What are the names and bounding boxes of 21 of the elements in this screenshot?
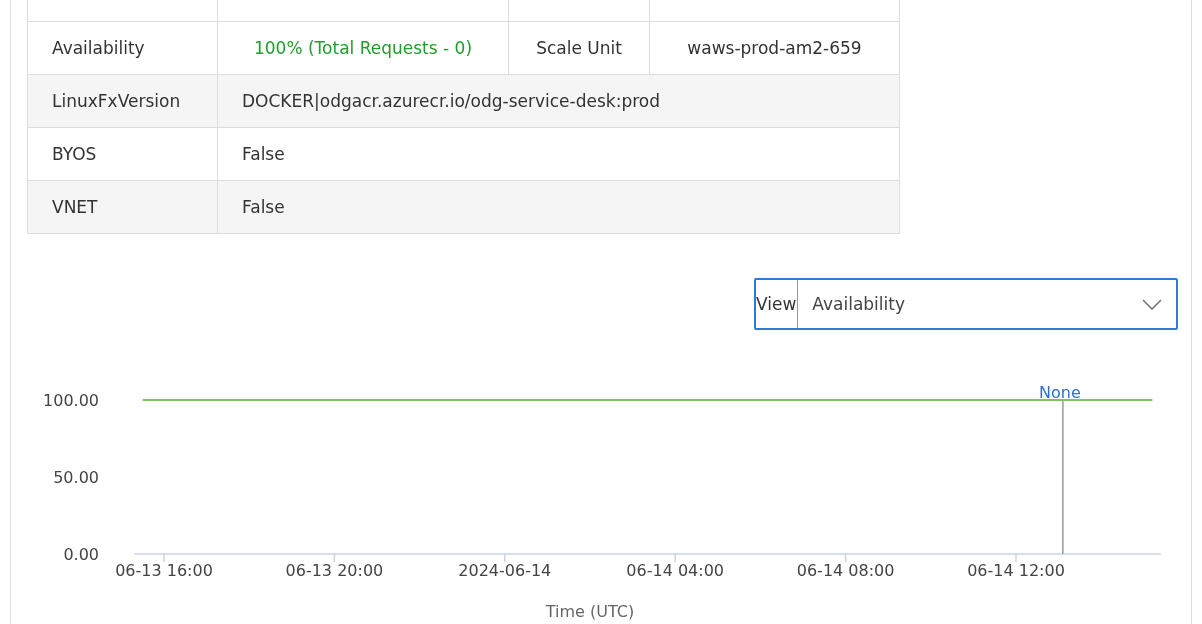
x-axis-title: Time (UTC): [545, 602, 635, 621]
table-cell: DOCKER|odgacr.azurecr.io/odg-service-desk:prod: [217, 75, 899, 128]
chevron-down-icon: [1142, 298, 1162, 310]
table-cell: Scale Unit: [508, 22, 649, 75]
view-dropdown[interactable]: View Availability: [754, 278, 1178, 330]
x-tick-label: 06-14 04:00: [626, 561, 725, 580]
y-tick-label: 100.00: [43, 391, 99, 410]
table-cell: VNET: [28, 181, 217, 234]
marker-label: None: [1039, 383, 1081, 402]
x-tick-label: 2024-06-14: [458, 561, 552, 580]
x-tick-label: 06-14 08:00: [796, 561, 895, 580]
y-tick-label: 50.00: [53, 468, 99, 487]
table-cell: False: [217, 128, 899, 181]
table-cell: False: [217, 181, 899, 234]
table-cell: LinuxFxVersion: [28, 75, 217, 128]
table-cell: waws-prod-am2-659: [649, 22, 899, 75]
table-cell: 100% (Total Requests - 0): [217, 22, 508, 75]
x-tick-label: 06-13 20:00: [285, 561, 384, 580]
x-tick-label: 06-13 16:00: [115, 561, 213, 580]
y-tick-label: 0.00: [63, 545, 99, 564]
x-tick-label: 06-14 12:00: [967, 561, 1065, 580]
